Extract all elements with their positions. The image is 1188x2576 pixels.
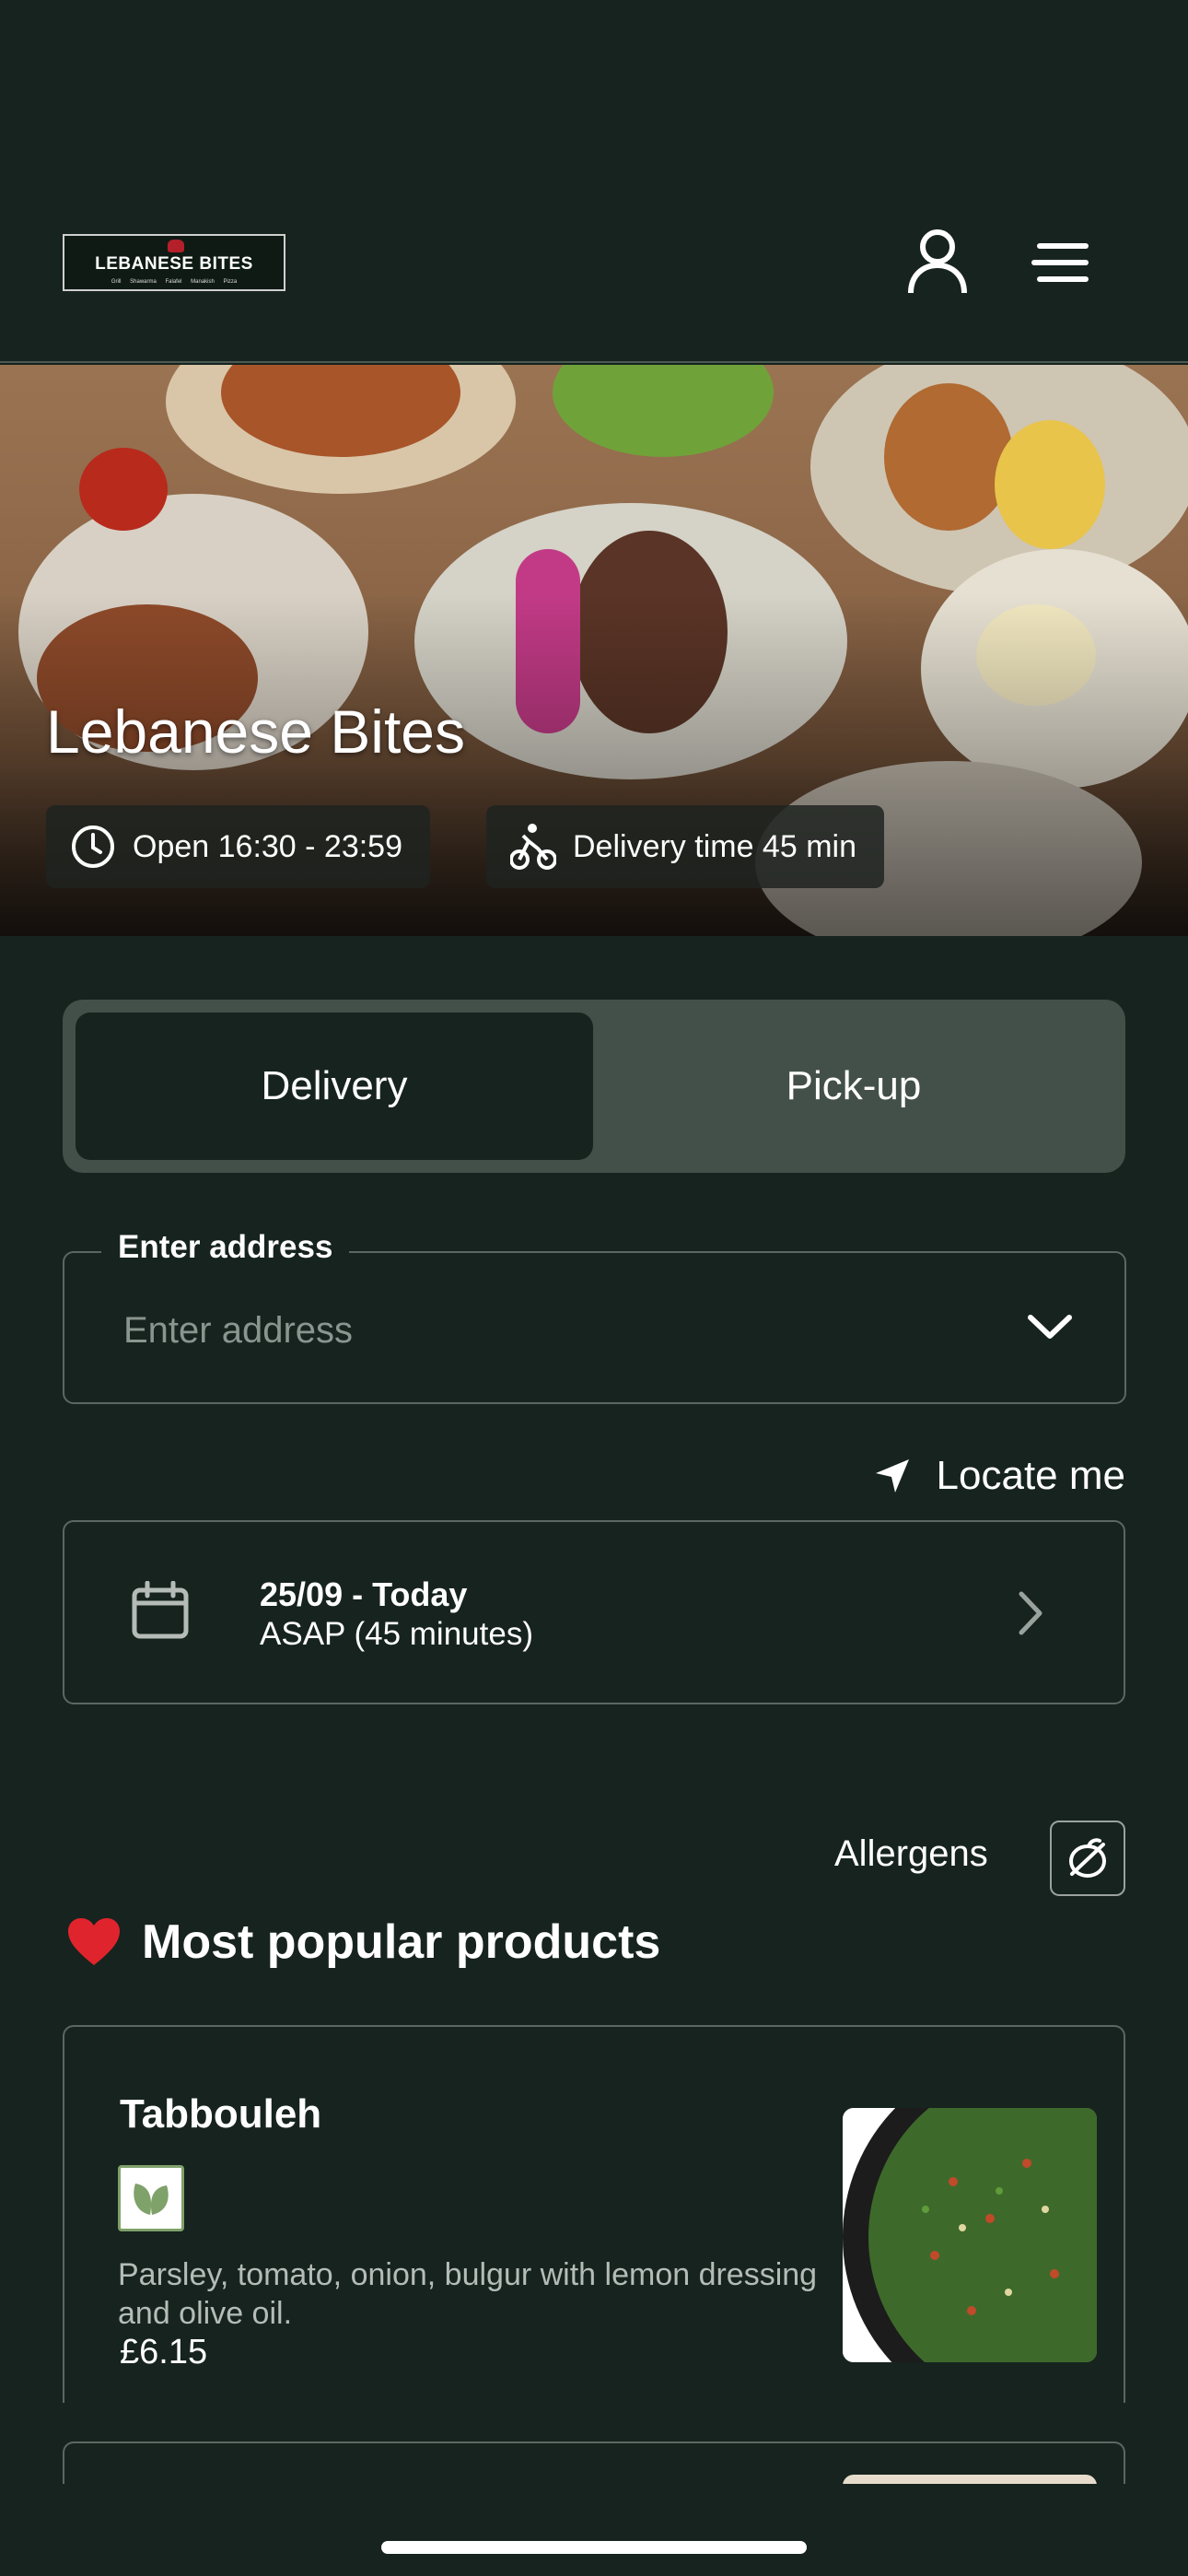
vegan-badge — [118, 2165, 184, 2231]
pickup-tab[interactable]: Pick-up — [595, 1013, 1112, 1160]
chevron-right-icon — [1019, 1591, 1042, 1635]
address-input[interactable]: Enter address — [123, 1310, 353, 1352]
app-header: LEBANESE BITES Grill Shawarma Falafel Ma… — [0, 0, 1188, 363]
product-name: Tabbouleh — [120, 2091, 322, 2137]
opening-hours-chip: Open 16:30 - 23:59 — [46, 805, 431, 888]
product-price: £6.15 — [120, 2333, 208, 2371]
restaurant-name: Lebanese Bites — [46, 697, 466, 766]
location-arrow-icon — [875, 1459, 909, 1493]
delivery-tab[interactable]: Delivery — [76, 1013, 593, 1160]
delivery-schedule-selector[interactable]: 25/09 - Today ASAP (45 minutes) — [63, 1520, 1125, 1704]
allergens-label: Allergens — [834, 1833, 988, 1874]
address-field[interactable]: Enter address Enter address — [63, 1229, 1126, 1404]
order-mode-toggle: Delivery Pick-up — [63, 1000, 1125, 1173]
allergens-filter-button[interactable] — [1050, 1821, 1125, 1896]
logo-text: LEBANESE BITES — [95, 254, 253, 274]
product-card[interactable] — [63, 2441, 1125, 2484]
delivery-time-chip: Delivery time 45 min — [486, 805, 884, 888]
locate-me-button[interactable]: Locate me — [874, 1446, 1125, 1505]
locate-me-label: Locate me — [936, 1453, 1125, 1498]
popular-products-title: Most popular products — [142, 1915, 661, 1969]
home-indicator[interactable] — [381, 2541, 807, 2554]
product-description: Parsley, tomato, onion, bulgur with lemo… — [118, 2257, 818, 2331]
address-field-label: Enter address — [101, 1229, 350, 1266]
hamburger-menu-icon[interactable] — [1031, 241, 1092, 284]
opening-hours-text: Open 16:30 - 23:59 — [133, 828, 403, 864]
calendar-icon — [132, 1581, 189, 1639]
logo-emblem — [168, 240, 184, 252]
logo-subtitle: Grill Shawarma Falafel Manakish Pizza — [111, 279, 238, 285]
allergen-icon — [1069, 1838, 1106, 1878]
product-image — [843, 2108, 1097, 2362]
user-icon[interactable] — [907, 228, 968, 295]
hero-banner: Lebanese Bites Open 16:30 - 23:59 Delive… — [0, 365, 1188, 936]
delivery-time-text: Delivery time 45 min — [573, 828, 856, 864]
clock-icon — [72, 825, 114, 868]
vegan-leaf-icon — [134, 2184, 169, 2215]
schedule-time: ASAP (45 minutes) — [260, 1616, 533, 1652]
product-card[interactable]: Tabbouleh Parsley, tomato, onion, bulgur… — [63, 2025, 1125, 2403]
heart-icon — [68, 1918, 120, 1965]
chevron-down-icon[interactable] — [1027, 1312, 1073, 1341]
schedule-date: 25/09 - Today — [260, 1575, 468, 1613]
tabbouleh-image — [843, 2108, 1097, 2362]
popular-products-heading: Most popular products — [66, 1914, 660, 1970]
cyclist-icon — [510, 824, 556, 870]
product-image — [843, 2475, 1097, 2484]
restaurant-logo[interactable]: LEBANESE BITES Grill Shawarma Falafel Ma… — [63, 234, 285, 291]
